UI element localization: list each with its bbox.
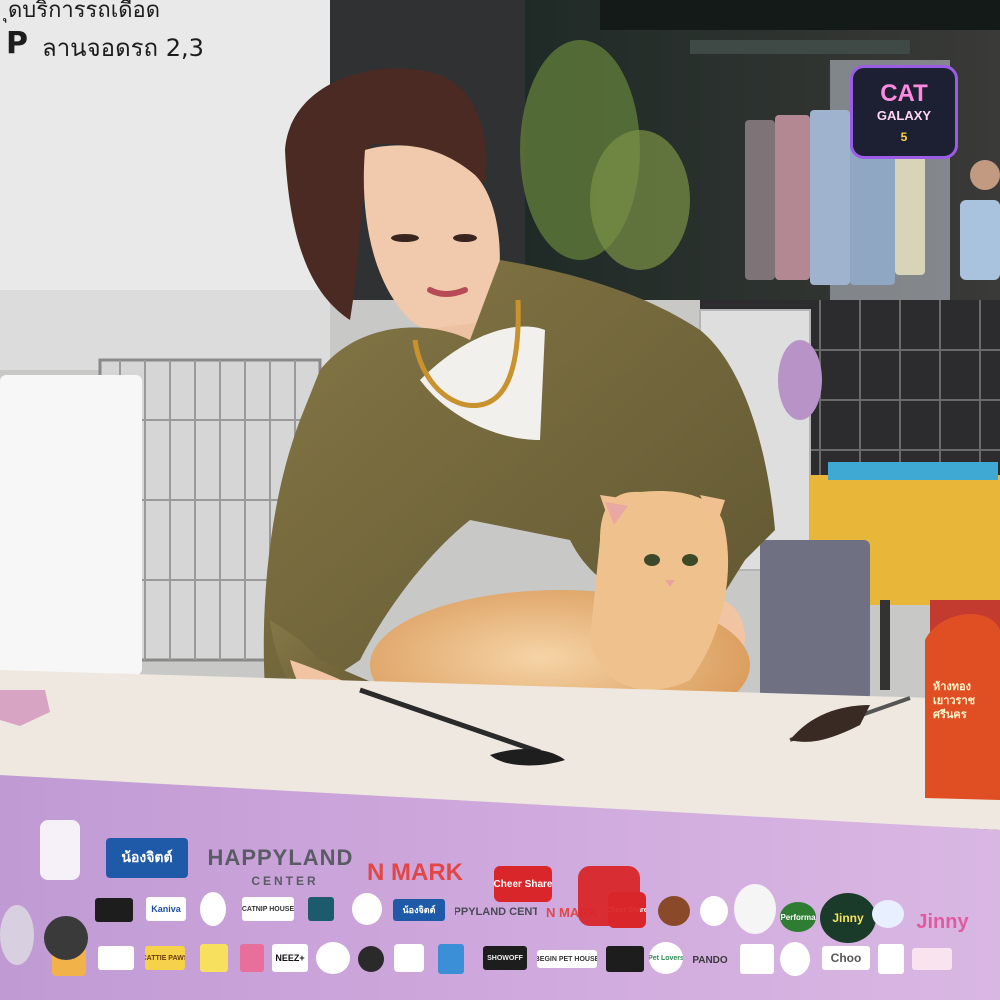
sponsor-logo: Cheer Share: [494, 866, 552, 902]
sponsor-logo-badge: [98, 946, 134, 970]
sponsor-logo-badge: [44, 916, 88, 960]
sponsor-logo: น้องจิตต์: [106, 838, 188, 878]
sponsor-logo-badge: [352, 893, 382, 925]
sponsor-logo-badge: [95, 898, 133, 922]
sponsor-logo-badge: [740, 944, 774, 974]
sponsor-logo-badge: [358, 946, 384, 972]
sponsor-logo-badge: [200, 944, 228, 972]
cat-galaxy-logo: CAT GALAXY 5: [850, 65, 958, 159]
sponsor-logo-sub: CENTER: [251, 874, 319, 888]
logo-galaxy-text: GALAXY: [876, 108, 932, 123]
sponsor-logo-badge: [878, 944, 904, 974]
sponsor-logo-badge: [658, 896, 690, 926]
sponsor-logo: Kaniva: [146, 897, 186, 921]
sponsor-logo-badge: [700, 896, 728, 926]
sponsor-logo-badge: [308, 897, 334, 921]
photo-scene: ุดบริการรถเดือด P ลานจอดรถ 2,3 CAT GALAX…: [0, 0, 1000, 1000]
sponsor-logo-badge: [240, 944, 264, 972]
sponsor-logo: SHOWOFF: [483, 946, 527, 970]
logo-cat-text: CAT: [880, 80, 928, 107]
sponsor-logo-badge: [578, 866, 640, 926]
sponsor-logo: Pet Lovers: [649, 942, 683, 974]
sponsor-logo: CATNIP HOUSE: [242, 897, 294, 921]
gold-shop-tag: ห้างทอง เยาวราชศรีนคร: [933, 680, 976, 721]
sponsor-logo-badge: [394, 944, 424, 972]
sign-line2: ลานจอดรถ 2,3: [42, 34, 204, 62]
sponsor-logo: CATTIE PAWS: [145, 946, 185, 970]
logo-number: 5: [900, 130, 908, 144]
sponsor-logo-badge: [872, 900, 904, 928]
sponsor-logo: Jinny: [916, 910, 969, 933]
sponsor-logo: Choo: [822, 946, 870, 970]
sign-line1: ุดบริการรถเดือด: [8, 0, 161, 23]
parking-letter: P: [6, 26, 28, 61]
sponsor-logo-badge: [316, 942, 350, 974]
sponsor-logo-badge: [0, 905, 34, 965]
sponsor-logo-badge: [438, 944, 464, 974]
sponsor-logo-badge: [734, 884, 776, 934]
sponsor-logo: N MARK: [367, 859, 463, 886]
sponsor-logo: Performa: [780, 902, 816, 932]
sponsor-logo: PANDO: [692, 954, 728, 966]
sponsor-logo-badge: [780, 942, 810, 976]
sponsor-logo-badge: [606, 946, 644, 972]
sponsor-logo-badge: [912, 948, 952, 970]
sponsor-logo: HAPPYLAND CENTER: [455, 906, 537, 918]
sponsor-logo: BEGIN PET HOUSE: [537, 950, 597, 968]
sponsor-logo: HAPPYLAND: [208, 845, 353, 870]
sponsor-logo-badge: [40, 820, 80, 880]
sponsor-logo: Jinny: [820, 893, 876, 943]
sponsor-logo: น้องจิตต์: [393, 899, 445, 921]
sponsor-logo: NEEZ+: [272, 944, 308, 972]
sponsor-logo-badge: [200, 892, 226, 926]
